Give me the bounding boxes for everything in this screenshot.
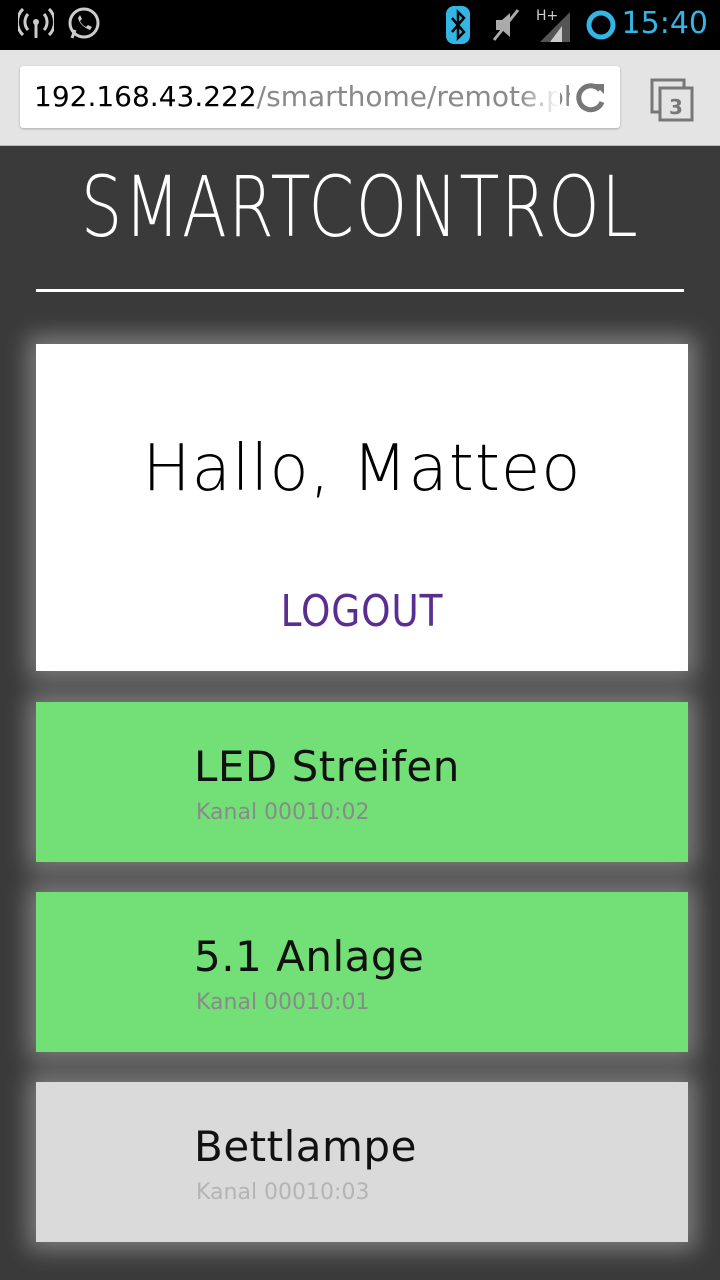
device-channel: Kanal 00010:02 bbox=[196, 800, 370, 825]
device-toggle-5-1-anlage[interactable]: 5.1 Anlage Kanal 00010:01 bbox=[36, 892, 688, 1052]
greeting-text: Hallo, Matteo bbox=[142, 432, 582, 506]
network-type-label: H+ bbox=[536, 8, 558, 24]
reload-icon[interactable] bbox=[570, 78, 610, 118]
device-channel: Kanal 00010:01 bbox=[196, 990, 370, 1015]
web-page: SMARTCONTROL Hallo, Matteo LOGOUT LED St… bbox=[0, 146, 720, 1280]
device-name: LED Streifen bbox=[194, 742, 460, 791]
url-text[interactable]: 192.168.43.222/smarthome/remote.ph bbox=[34, 80, 582, 113]
device-toggle-bettlampe[interactable]: Bettlampe Kanal 00010:03 bbox=[36, 1082, 688, 1242]
sync-icon bbox=[584, 6, 618, 48]
whatsapp-icon bbox=[66, 6, 102, 46]
muted-icon bbox=[490, 6, 522, 48]
clock: 15:40 bbox=[621, 6, 708, 41]
browser-toolbar: 192.168.43.222/smarthome/remote.ph 3 bbox=[0, 50, 720, 146]
tabs-button[interactable]: 3 bbox=[650, 78, 696, 124]
welcome-card: Hallo, Matteo LOGOUT bbox=[36, 344, 688, 671]
device-toggle-led-streifen[interactable]: LED Streifen Kanal 00010:02 bbox=[36, 702, 688, 862]
tab-count: 3 bbox=[669, 95, 683, 119]
site-logo-title: SMARTCONTROL bbox=[80, 158, 640, 256]
url-bar[interactable]: 192.168.43.222/smarthome/remote.ph bbox=[20, 66, 620, 128]
url-host: 192.168.43.222 bbox=[34, 80, 257, 113]
status-bar: H+ 15:40 bbox=[0, 0, 720, 50]
title-divider bbox=[36, 289, 684, 292]
logout-link[interactable]: LOGOUT bbox=[85, 586, 639, 637]
device-name: 5.1 Anlage bbox=[194, 932, 425, 981]
device-channel: Kanal 00010:03 bbox=[196, 1180, 370, 1205]
url-fade bbox=[520, 66, 560, 128]
bluetooth-icon bbox=[446, 6, 470, 48]
device-name: Bettlampe bbox=[194, 1122, 417, 1171]
wifi-hotspot-icon bbox=[16, 6, 56, 46]
signal-icon: H+ bbox=[536, 6, 572, 48]
